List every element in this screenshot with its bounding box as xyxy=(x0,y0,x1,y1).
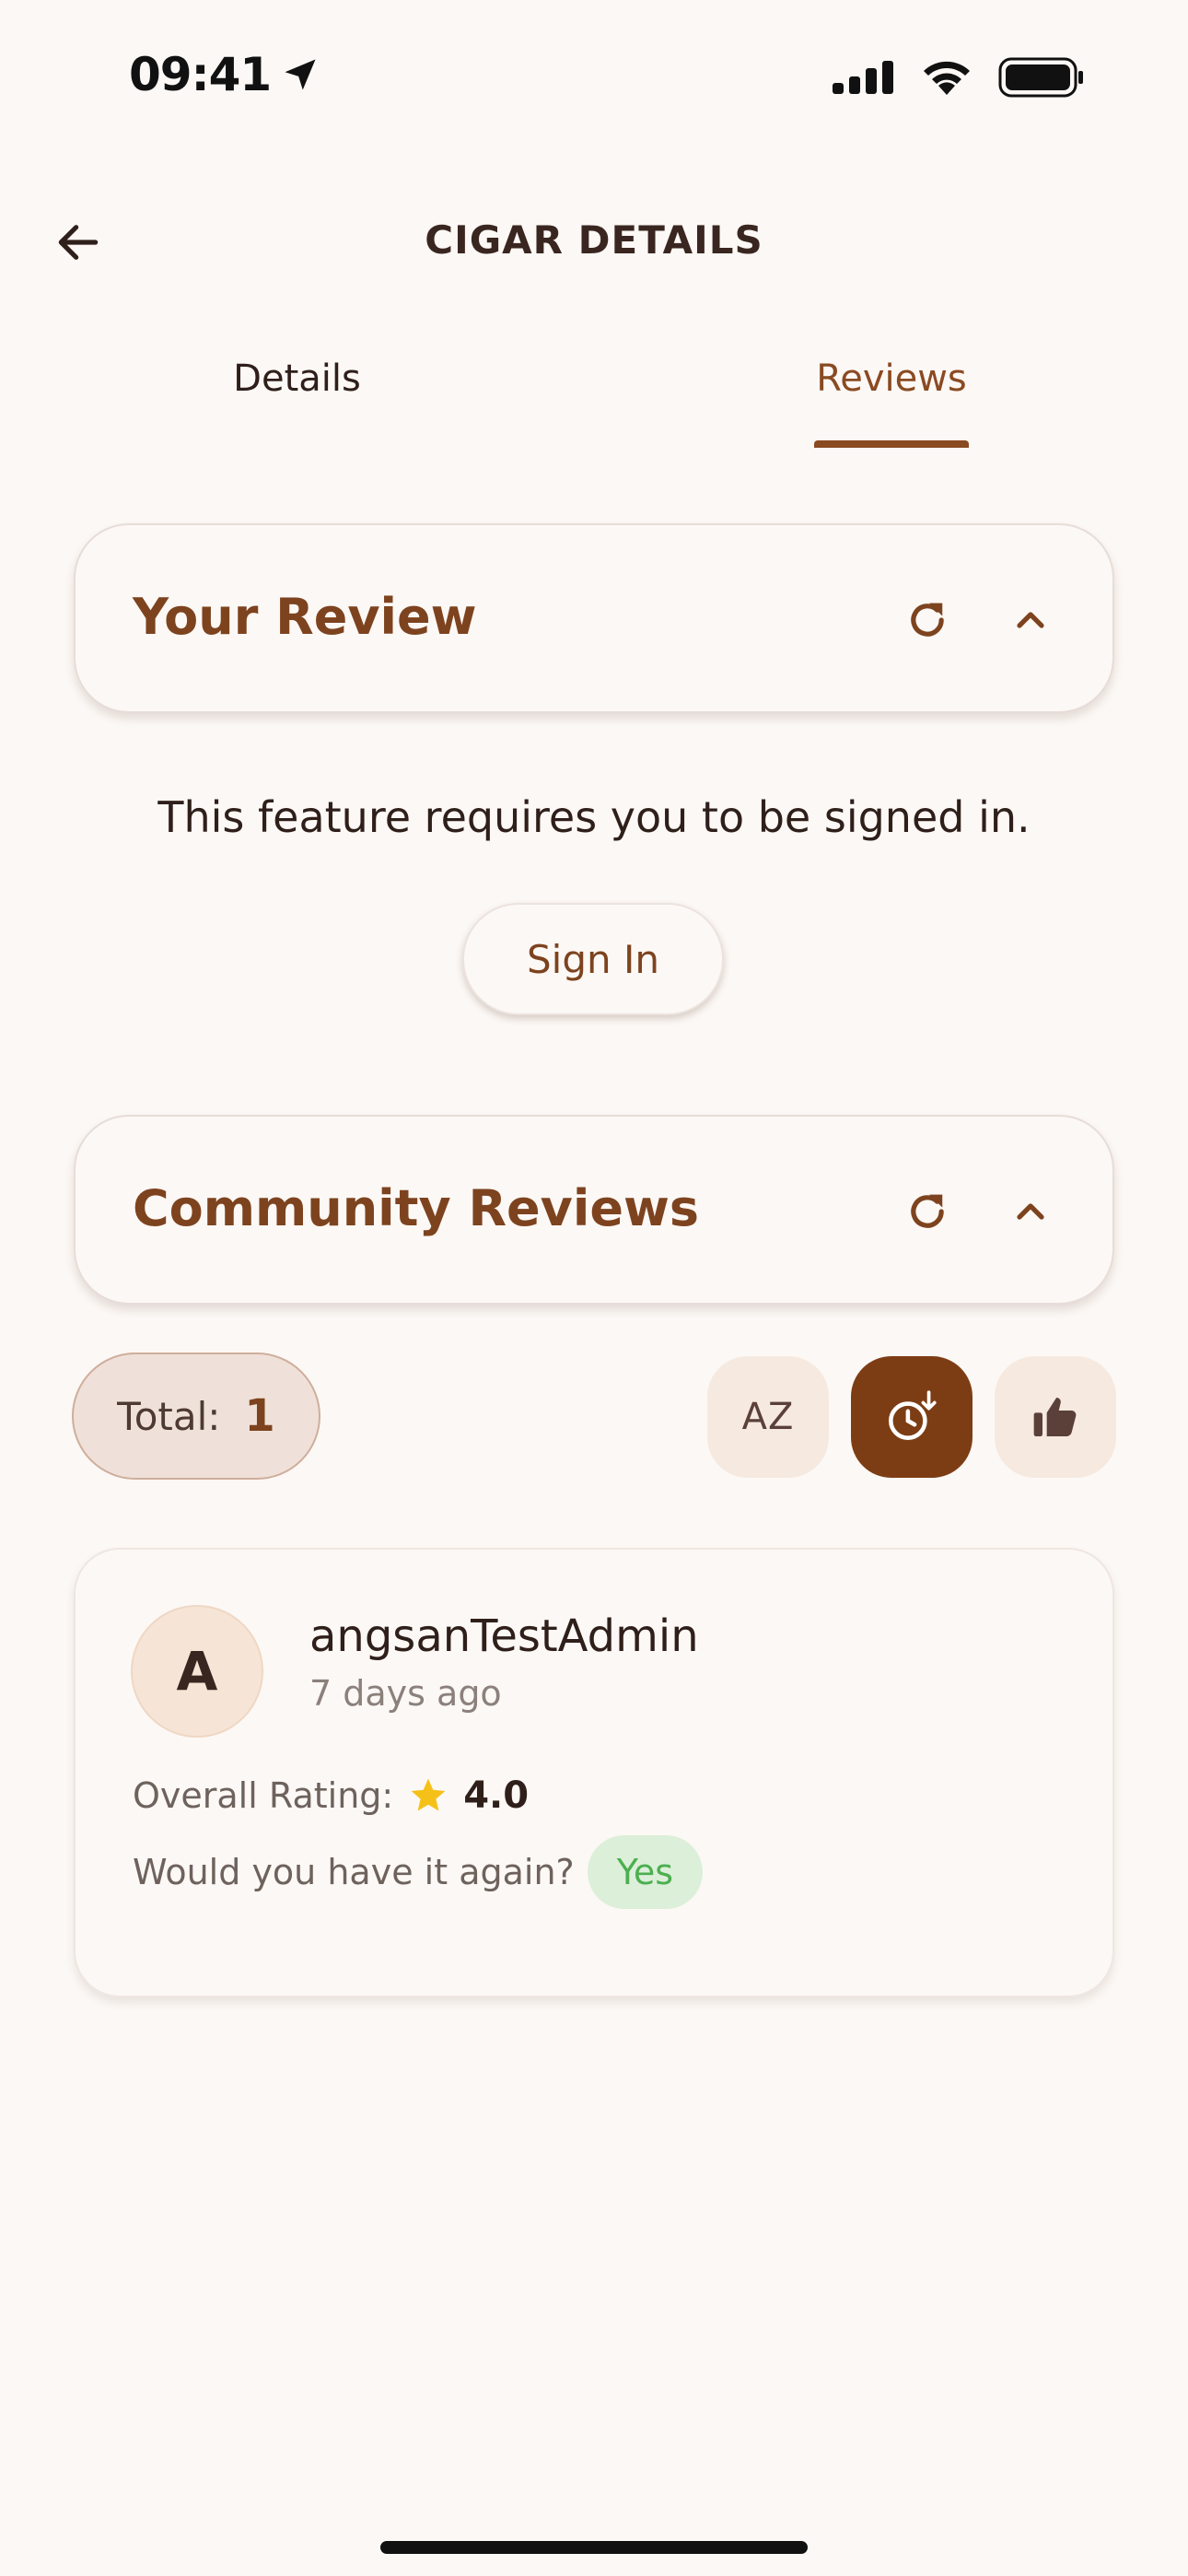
your-review-collapse-button[interactable] xyxy=(998,588,1063,652)
would-have-again-row: Would you have it again? Yes xyxy=(133,1835,704,1909)
tab-details[interactable]: Details xyxy=(166,357,428,400)
community-reviews-refresh-button[interactable] xyxy=(895,1179,960,1244)
total-reviews-chip: Total: 1 xyxy=(72,1352,320,1480)
review-card: A angsanTestAdmin 7 days ago Overall Rat… xyxy=(74,1548,1114,1997)
sign-in-button[interactable]: Sign In xyxy=(462,903,724,1015)
community-reviews-title: Community Reviews xyxy=(133,1179,700,1237)
home-indicator xyxy=(380,2541,808,2554)
overall-rating-row: Overall Rating: 4.0 xyxy=(133,1774,529,1817)
total-label: Total: xyxy=(117,1393,221,1439)
wifi-icon xyxy=(924,61,970,95)
thumbs-up-icon xyxy=(1033,1398,1077,1436)
status-time-text: 09:41 xyxy=(129,48,272,101)
sort-most-liked-button[interactable] xyxy=(995,1356,1116,1478)
community-reviews-collapse-button[interactable] xyxy=(998,1179,1063,1244)
your-review-title: Your Review xyxy=(133,588,477,646)
signin-required-message: This feature requires you to be signed i… xyxy=(157,792,1031,842)
chevron-up-icon xyxy=(1017,612,1044,628)
chevron-up-icon xyxy=(1017,1203,1044,1220)
rating-value: 4.0 xyxy=(463,1774,530,1817)
your-review-refresh-button[interactable] xyxy=(895,588,960,652)
review-timestamp: 7 days ago xyxy=(309,1673,502,1714)
would-have-again-label: Would you have it again? xyxy=(133,1852,575,1892)
battery-icon xyxy=(998,57,1083,98)
total-count: 1 xyxy=(244,1390,275,1442)
sort-alphabetical-button[interactable]: AZ xyxy=(707,1356,829,1478)
status-time: 09:41 xyxy=(129,48,320,101)
page-title: CIGAR DETAILS xyxy=(425,217,763,263)
active-tab-indicator xyxy=(814,440,969,448)
your-review-header[interactable]: Your Review xyxy=(74,523,1114,713)
community-reviews-header[interactable]: Community Reviews xyxy=(74,1115,1114,1305)
sort-recent-button[interactable] xyxy=(851,1356,973,1478)
avatar: A xyxy=(131,1605,263,1738)
star-icon xyxy=(411,1778,446,1811)
cellular-signal-icon xyxy=(833,61,893,94)
reviewer-name: angsanTestAdmin xyxy=(309,1610,699,1662)
status-icons xyxy=(833,57,1085,98)
tab-reviews[interactable]: Reviews xyxy=(799,357,984,400)
refresh-icon xyxy=(911,1194,944,1228)
location-arrow-icon xyxy=(285,59,316,90)
clock-sort-icon xyxy=(889,1390,937,1440)
rating-label: Overall Rating: xyxy=(133,1775,394,1816)
cigar-details-screen: 09:41 CIGAR DETAILS Details Reviews Your… xyxy=(0,0,1188,2576)
refresh-icon xyxy=(911,603,944,637)
would-have-again-badge: Yes xyxy=(587,1835,704,1909)
